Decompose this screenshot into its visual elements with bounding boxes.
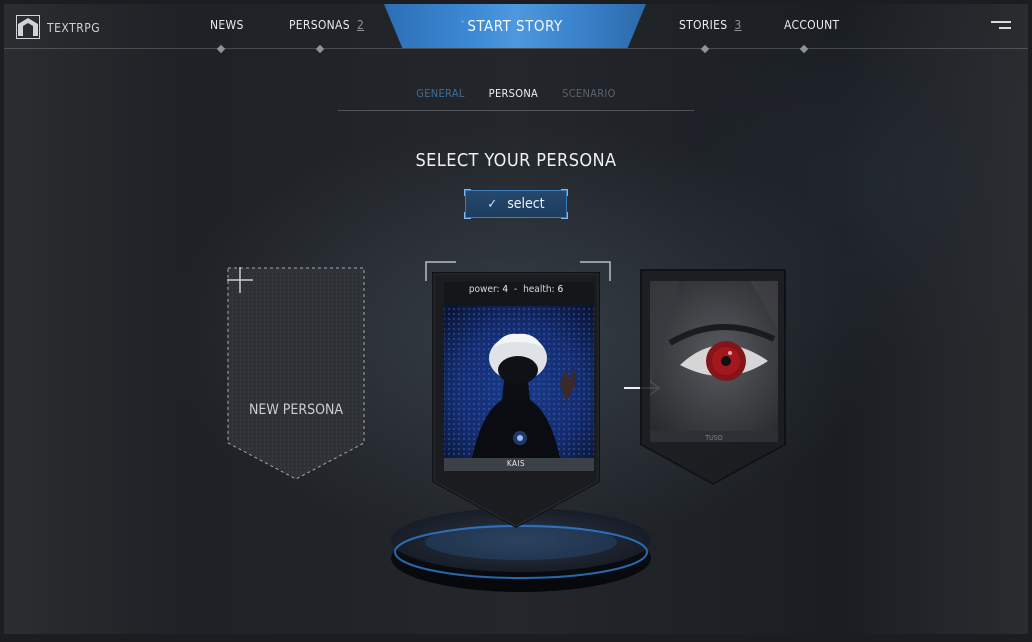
nav-stories-marker xyxy=(700,44,710,54)
personas-count: 2 xyxy=(356,18,365,32)
nav-personas-marker xyxy=(315,44,325,54)
logo-icon xyxy=(16,15,40,39)
check-icon: ✓ xyxy=(487,196,498,212)
page-title: SELECT YOUR PERSONA xyxy=(415,150,617,171)
new-persona-card-frame xyxy=(227,267,365,480)
nav-account-label: ACCOUNT xyxy=(784,18,840,32)
persona-name-tuso: TUSO xyxy=(705,434,723,442)
nav-news-label: NEWS xyxy=(210,18,244,32)
power-label: power: xyxy=(468,284,500,295)
nav-news-marker xyxy=(216,44,226,54)
start-story-button[interactable]: START STORY xyxy=(384,4,646,48)
persona-card-tuso[interactable] xyxy=(640,269,786,485)
persona-card-kais[interactable] xyxy=(432,272,600,528)
nav-account-marker xyxy=(799,44,809,54)
persona-stats: power: 4 - health: 6 xyxy=(468,284,564,295)
brand-name: TEXTRPG xyxy=(47,21,101,35)
tab-scenario[interactable]: SCENARIO xyxy=(562,84,616,110)
nav-news[interactable]: NEWS xyxy=(210,18,244,32)
step-tabs: GENERAL PERSONA SCENARIO xyxy=(338,84,694,111)
new-persona-card[interactable]: NEW PERSONA xyxy=(227,267,365,481)
select-button-label: select xyxy=(507,196,545,212)
nav-stories[interactable]: STORIES 3 xyxy=(679,18,742,32)
tab-persona[interactable]: PERSONA xyxy=(489,84,538,110)
nav-account[interactable]: ACCOUNT xyxy=(784,18,839,32)
select-button[interactable]: ✓ select xyxy=(464,189,568,219)
start-story-label: START STORY xyxy=(467,17,563,35)
plus-icon xyxy=(227,267,253,293)
tab-general[interactable]: GENERAL xyxy=(416,84,464,110)
nav-personas-label: PERSONAS xyxy=(289,18,350,32)
health-label: health: xyxy=(523,284,555,295)
stories-count: 3 xyxy=(734,18,742,32)
new-persona-label: NEW PERSONA xyxy=(248,402,344,418)
power-value: 4 xyxy=(502,284,509,295)
nav-stories-label: STORIES xyxy=(679,18,728,32)
logo[interactable]: TEXTRPG xyxy=(16,15,100,39)
persona-name: KAIS xyxy=(506,459,526,468)
nav-personas[interactable]: PERSONAS 2 xyxy=(289,18,364,32)
app-frame: TEXTRPG NEWS PERSONAS 2 START STORY STORI… xyxy=(4,4,1028,634)
top-nav: TEXTRPG NEWS PERSONAS 2 START STORY STORI… xyxy=(4,4,1028,54)
health-value: 6 xyxy=(557,284,564,295)
hamburger-menu-icon[interactable] xyxy=(991,21,1011,31)
